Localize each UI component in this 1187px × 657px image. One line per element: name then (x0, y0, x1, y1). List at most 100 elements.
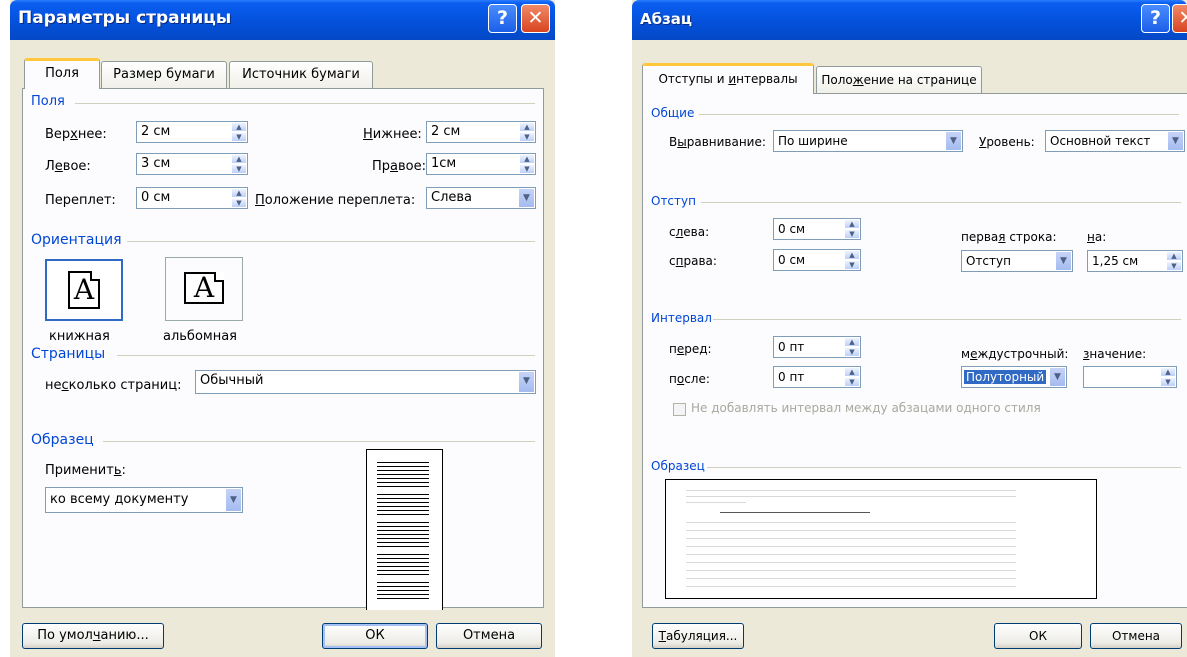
spacing-after-spinner[interactable]: 0 пт ▲ ▼ (773, 366, 861, 388)
spin-up-icon: ▲ (231, 122, 247, 132)
bottom-margin-label: Нижнее: (363, 127, 422, 142)
ok-button[interactable]: ОК (994, 623, 1082, 649)
ok-button[interactable]: ОК (322, 623, 428, 649)
alignment-select[interactable]: По ширине ▼ (773, 130, 963, 152)
spin-down-icon: ▼ (231, 198, 247, 208)
spacing-after-label: после: (669, 372, 710, 386)
spin-up-icon: ▲ (231, 188, 247, 198)
line-spacing-select[interactable]: Полуторный ▼ (961, 366, 1067, 388)
chevron-down-icon: ▼ (1049, 367, 1066, 387)
chevron-down-icon: ▼ (1167, 131, 1184, 151)
first-line-label: первая строка: (961, 230, 1057, 244)
pages-group-label: Страницы (31, 346, 106, 362)
spin-down-icon: ▼ (1166, 261, 1182, 271)
multiple-pages-select[interactable]: Обычный ▼ (195, 370, 536, 394)
page-preview (366, 449, 443, 610)
gutter-position-label: Положение переплета: (255, 193, 416, 208)
indent-by-label: на: (1087, 230, 1107, 244)
top-margin-spinner[interactable]: 2 см ▲ ▼ (136, 121, 248, 143)
page-setup-titlebar[interactable]: Параметры страницы ? ✕ (10, 0, 555, 40)
top-margin-label: Верхнее: (45, 127, 107, 142)
indent-right-spinner[interactable]: 0 см ▲ ▼ (773, 249, 861, 271)
paragraph-dialog: Абзац ? ✕ Отступы и интервалы Положение … (632, 0, 1187, 657)
left-margin-spinner[interactable]: 3 см ▲ ▼ (136, 153, 248, 175)
spin-down-icon: ▼ (519, 164, 535, 174)
chevron-down-icon: ▼ (518, 371, 535, 393)
tab-margins[interactable]: Поля (24, 58, 100, 89)
spin-down-icon: ▼ (844, 347, 860, 357)
default-button[interactable]: По умолчанию... (22, 623, 164, 649)
indents-spacing-panel: Общие Выравнивание: По ширине ▼ Уровень: … (642, 93, 1187, 608)
page-setup-title: Параметры страницы (18, 8, 232, 28)
tab-paper-source[interactable]: Источник бумаги (229, 61, 373, 89)
spin-down-icon: ▼ (1160, 377, 1176, 387)
multiple-pages-label: несколько страниц: (45, 378, 182, 393)
spin-down-icon: ▼ (231, 132, 247, 142)
line-spacing-label: междустрочный: (961, 347, 1069, 361)
portrait-page-icon: A (68, 271, 100, 309)
spin-up-icon: ▲ (844, 250, 860, 260)
spacing-before-label: перед: (669, 342, 712, 356)
left-margin-label: Левое: (45, 159, 91, 174)
indent-by-spinner[interactable]: 1,25 см ▲ ▼ (1087, 250, 1183, 272)
no-space-checkbox[interactable] (673, 403, 686, 416)
chevron-down-icon: ▼ (518, 188, 535, 208)
portrait-label: книжная (49, 329, 110, 344)
chevron-down-icon: ▼ (945, 131, 962, 151)
bottom-margin-spinner[interactable]: 2 см ▲ ▼ (426, 121, 536, 143)
preview-group-label: Образец (31, 432, 94, 448)
tabs-button[interactable]: Табуляция... (652, 623, 744, 649)
apply-to-select[interactable]: ко всему документу ▼ (45, 487, 243, 513)
spacing-group-label: Интервал (651, 311, 712, 325)
spacing-value-spinner[interactable]: ▲ ▼ (1083, 366, 1177, 388)
apply-to-label: Применить: (45, 463, 126, 478)
spin-down-icon: ▼ (844, 260, 860, 270)
spacing-value-label: значение: (1083, 347, 1147, 361)
close-icon[interactable]: ✕ (521, 4, 550, 33)
spin-up-icon: ▲ (231, 154, 247, 164)
spin-up-icon: ▲ (1166, 251, 1182, 261)
alignment-label: Выравнивание: (669, 135, 766, 149)
tab-line-page-breaks[interactable]: Положение на странице (816, 66, 982, 94)
paragraph-title: Абзац (640, 10, 693, 28)
level-label: Уровень: (979, 135, 1035, 149)
spin-up-icon: ▲ (519, 122, 535, 132)
portrait-option[interactable]: A (45, 259, 123, 321)
cancel-button[interactable]: Отмена (436, 623, 542, 649)
paragraph-titlebar[interactable]: Абзац ? ✕ (632, 0, 1187, 40)
help-icon[interactable]: ? (488, 4, 517, 33)
margins-panel: Поля Верхнее: 2 см ▲ ▼ Нижнее: 2 см ▲ ▼ Лево… (22, 88, 544, 610)
indent-group-label: Отступ (651, 194, 696, 208)
tab-indents-spacing[interactable]: Отступы и интервалы (642, 63, 814, 94)
spin-up-icon: ▲ (844, 219, 860, 229)
gutter-position-select[interactable]: Слева ▼ (426, 187, 536, 209)
indent-left-label: слева: (669, 225, 710, 239)
gutter-spinner[interactable]: 0 см ▲ ▼ (136, 187, 248, 209)
general-group-label: Общие (651, 106, 695, 120)
indent-left-spinner[interactable]: 0 см ▲ ▼ (773, 218, 861, 240)
orientation-group-label: Ориентация (31, 232, 122, 248)
spin-up-icon: ▲ (844, 337, 860, 347)
landscape-option[interactable]: A (165, 257, 243, 321)
help-icon[interactable]: ? (1141, 4, 1170, 33)
tab-paper-size[interactable]: Размер бумаги (101, 61, 227, 89)
page-setup-dialog: Параметры страницы ? ✕ Поля Размер бумаг… (10, 0, 555, 657)
indent-right-label: справа: (669, 254, 717, 268)
spin-up-icon: ▲ (519, 154, 535, 164)
spin-down-icon: ▼ (231, 164, 247, 174)
spin-down-icon: ▼ (844, 229, 860, 239)
right-margin-label: Правое: (372, 159, 426, 174)
spin-down-icon: ▼ (844, 377, 860, 387)
gutter-label: Переплет: (45, 193, 116, 208)
landscape-label: альбомная (163, 329, 238, 344)
spin-up-icon: ▲ (1160, 367, 1176, 377)
close-icon[interactable]: ✕ (1172, 4, 1187, 33)
first-line-select[interactable]: Отступ ▼ (961, 250, 1073, 272)
chevron-down-icon: ▼ (1055, 251, 1072, 271)
right-margin-spinner[interactable]: 1см ▲ ▼ (426, 153, 536, 175)
paragraph-preview (665, 479, 1097, 599)
preview-group-label: Образец (651, 459, 705, 473)
outline-level-select[interactable]: Основной текст ▼ (1045, 130, 1185, 152)
cancel-button[interactable]: Отмена (1090, 623, 1182, 649)
spacing-before-spinner[interactable]: 0 пт ▲ ▼ (773, 336, 861, 358)
